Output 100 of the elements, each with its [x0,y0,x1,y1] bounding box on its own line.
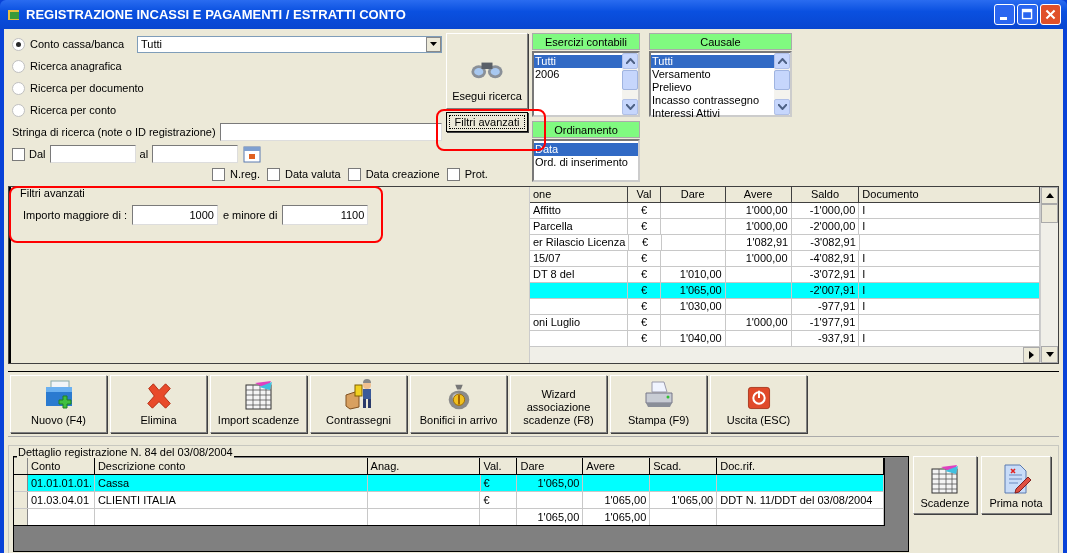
radio-button[interactable] [12,37,25,51]
scrollbar[interactable] [1040,187,1058,363]
search-string-label: Stringa di ricerca (note o ID registrazione) [12,126,216,138]
scrollbar[interactable] [622,53,638,115]
advanced-filters-button[interactable]: Filtri avanzati [446,112,528,132]
date-to-field[interactable] [152,145,239,163]
table-cell: -2'000,00 [791,219,860,235]
table-row[interactable]: Affitto € 1'000,00 -1'000,00 I [530,203,1040,220]
row-indicator[interactable] [14,492,28,508]
table-cell: -3'072,91 [791,267,860,283]
row-indicator[interactable] [14,509,28,525]
column-header[interactable]: Doc.rif. [717,458,884,474]
side-button[interactable]: Prima nota [981,456,1051,514]
scroll-down-icon [625,104,635,110]
list-item[interactable]: Tutti [534,55,622,68]
radio-label: Ricerca anagrafica [30,60,122,72]
scrollbar-thumb[interactable] [622,70,638,90]
column-header[interactable]: Dare [660,187,726,203]
column-header[interactable]: Conto [28,458,95,474]
toolbar-button[interactable]: Bonifici in arrivo [410,375,507,433]
date-from-field[interactable] [49,145,136,163]
toolbar-button[interactable]: Uscita (ESC) [710,375,807,433]
toolbar-button[interactable]: Stampa (F9) [610,375,707,433]
table-cell: € [628,283,661,299]
calendar-icon[interactable] [242,144,263,164]
max-amount-field[interactable]: 1100 [282,205,369,225]
checkbox[interactable] [446,167,460,181]
table-cell: Affitto [530,203,629,219]
radio-button[interactable] [12,103,25,117]
minimize-icon [1000,17,1007,20]
from-label: Dal [29,148,46,160]
checkbox[interactable] [212,167,225,181]
search-button[interactable]: Esegui ricerca [446,33,528,109]
close-button[interactable] [1040,4,1061,25]
column-header[interactable]: Descrizione conto [94,458,368,474]
checkbox[interactable] [347,167,361,181]
checkbox-label: Prot. [464,168,488,180]
search-string-field[interactable] [219,123,442,141]
table-cell: € [628,315,661,331]
table-cell: 1'065,00 [517,475,584,491]
scroll-up-icon [1045,193,1054,198]
column-header[interactable]: Avere [583,458,651,474]
table-cell: 1'065,00 [583,492,651,508]
column-header[interactable]: Saldo [791,187,860,203]
table-cell: -1'000,00 [791,203,860,219]
column-header[interactable]: Anag. [367,458,481,474]
list-item[interactable]: 2006 [534,68,622,81]
maximize-button[interactable] [1017,4,1038,25]
row-indicator[interactable] [14,475,28,491]
column-header[interactable]: Dare [517,458,584,474]
toolbar-button[interactable]: Contrassegni [310,375,407,433]
side-button[interactable]: Scadenze [913,456,977,514]
scrollbar-thumb[interactable] [774,70,790,90]
table-cell: € [628,331,661,347]
table-cell: DT 8 del [530,267,629,283]
table-row[interactable]: € 1'065,00 -2'007,91 I [530,283,1040,300]
table-row[interactable]: er Rilascio Licenza € 1'082,91 -3'082,91 [530,235,1040,252]
column-header[interactable]: one [530,187,629,203]
spreadsheet-icon [929,463,961,495]
toolbar-button[interactable]: Elimina [110,375,207,433]
radio-button[interactable] [12,81,25,95]
checkbox[interactable] [12,147,25,161]
table-cell: DDT N. 11/DDT del 03/08/2004 [717,492,884,508]
list-item[interactable]: Incasso contrassegno [651,94,774,107]
scrollbar[interactable] [530,347,1040,363]
list-item[interactable]: Ord. di inserimento [534,156,638,169]
column-header[interactable]: Scad. [650,458,718,474]
table-row[interactable]: € 1'030,00 -977,91 I [530,299,1040,316]
toolbar-button[interactable]: Nuovo (F4) [10,375,107,433]
table-row[interactable]: 15/07 € 1'000,00 -4'082,91 I [530,251,1040,268]
list-item[interactable]: Prelievo [651,81,774,94]
toolbar-button[interactable]: Wizard associazione scadenze (F8) [510,375,607,433]
minimize-button[interactable] [994,4,1015,25]
table-row[interactable]: Parcella € 1'000,00 -2'000,00 I [530,219,1040,236]
checkbox-label: N.reg. [230,168,260,180]
checkbox-label: Data creazione [365,168,440,180]
scrollbar-thumb[interactable] [1041,204,1058,223]
radio-button[interactable] [12,59,25,73]
spreadsheet-icon [242,379,275,411]
table-cell: 1'000,00 [725,203,792,219]
table-row[interactable]: 01.01.01.01. Cassa € 1'065,00 [14,475,884,492]
list-item[interactable]: Tutti [651,55,774,68]
table-cell: 1'065,00 [650,492,718,508]
account-dropdown[interactable]: Tutti [137,35,442,53]
min-amount-field[interactable]: 1000 [131,205,218,225]
column-header[interactable]: Val. [480,458,518,474]
table-row[interactable]: oni Luglio € 1'000,00 -1'977,91 [530,315,1040,332]
table-cell: 1'030,00 [660,299,726,315]
list-item[interactable]: Versamento [651,68,774,81]
column-header[interactable]: Avere [725,187,792,203]
table-row[interactable]: 1'065,00 1'065,00 [14,509,884,525]
column-header[interactable]: Val [628,187,661,203]
scrollbar[interactable] [774,53,790,115]
table-cell: € [628,299,661,315]
table-row[interactable]: 01.03.04.01 CLIENTI ITALIA € 1'065,00 1'065,00 DDT N. 11/DDT del 03/08/2004 [14,492,884,509]
toolbar-button[interactable]: Import scadenze [210,375,307,433]
checkbox[interactable] [266,167,280,181]
table-cell: 15/07 [530,251,629,267]
list-item[interactable]: Interessi Attivi [651,107,774,120]
scroll-right-icon [1029,351,1034,359]
